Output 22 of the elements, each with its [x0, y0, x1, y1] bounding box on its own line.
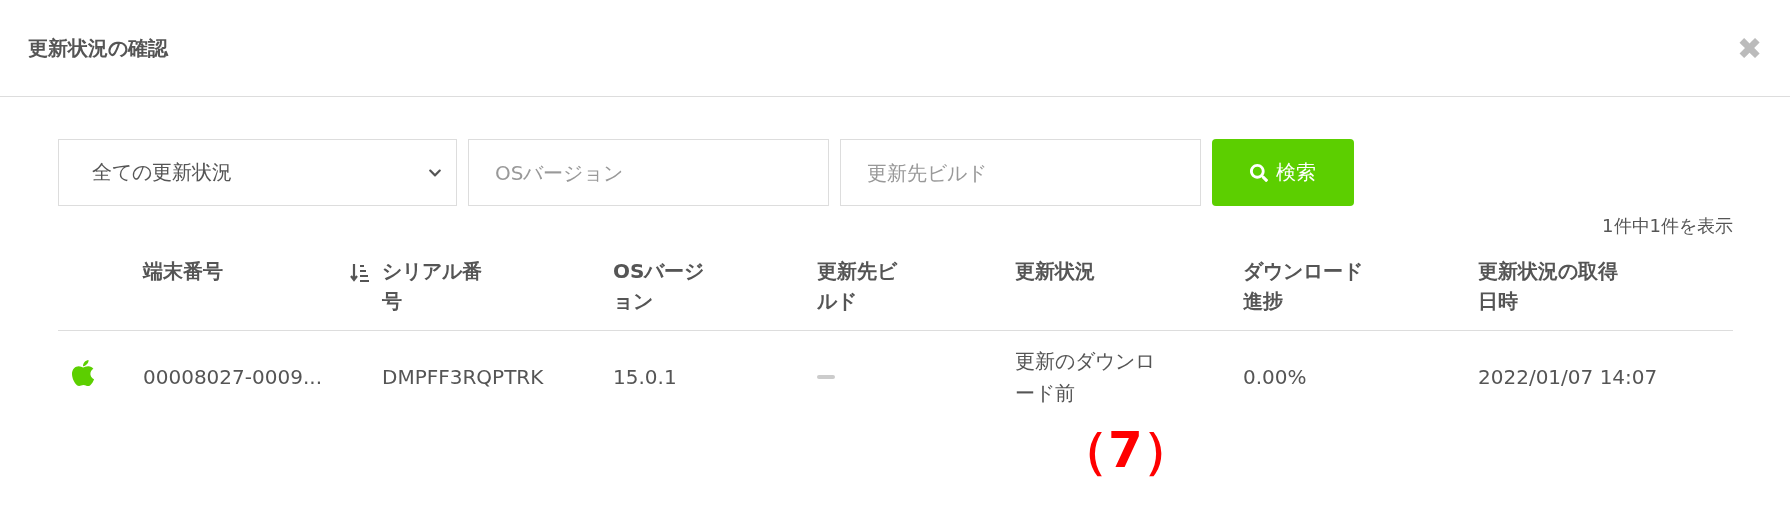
column-header[interactable]: ダウンロード進捗	[1243, 256, 1378, 316]
status-select[interactable]: 全ての更新状況	[58, 139, 457, 206]
sort-icon[interactable]	[350, 262, 370, 284]
column-header[interactable]: 更新状況	[1015, 256, 1095, 286]
annotation-label: （7）	[1058, 420, 1194, 481]
column-header[interactable]: OSバージョン	[613, 256, 713, 316]
table-cell-text: 15.0.1	[613, 364, 678, 391]
column-header[interactable]: 更新状況の取得日時	[1478, 256, 1623, 316]
table-cell-text: 0.00%	[1243, 364, 1308, 391]
result-count: 1件中1件を表示	[1601, 214, 1733, 238]
column-header[interactable]: シリアル番号	[382, 256, 492, 316]
table-cell-text: 2022/01/07 14:07	[1478, 364, 1659, 391]
dialog-title: 更新状況の確認	[28, 34, 168, 62]
target-build-field[interactable]: 更新先ビルド	[840, 139, 1201, 206]
table-cell-text: 00008027-0009...	[143, 364, 323, 391]
search-icon	[1250, 163, 1268, 182]
column-header[interactable]: 更新先ビルド	[817, 256, 912, 316]
table-cell-text: DMPFF3RQPTRK	[382, 364, 545, 391]
table-cell-text: 更新のダウンロード前	[1015, 348, 1156, 407]
empty-dash-icon	[817, 375, 835, 379]
column-header[interactable]: 端末番号	[143, 256, 223, 286]
os-version-field[interactable]: OSバージョン	[468, 139, 829, 206]
